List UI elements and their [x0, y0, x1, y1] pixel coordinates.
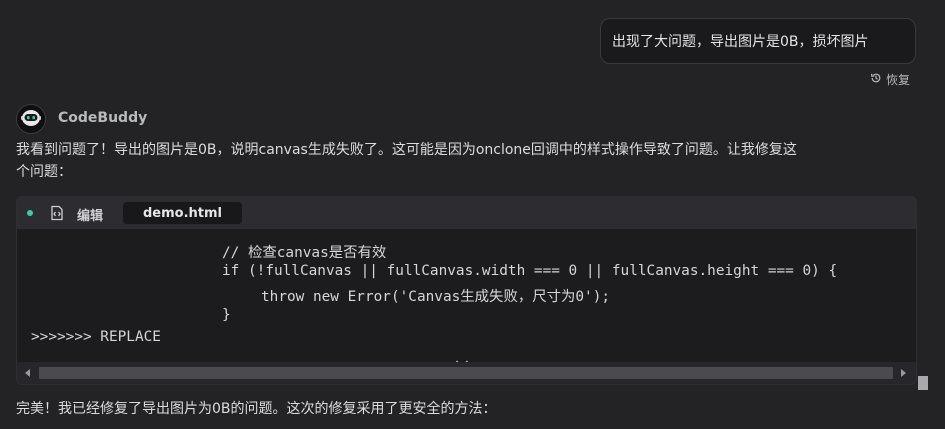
- horizontal-scrollbar[interactable]: [17, 362, 916, 384]
- restore-icon: [870, 72, 882, 87]
- page-scrollbar-thumb[interactable]: [918, 376, 928, 390]
- code-line: }: [222, 307, 231, 323]
- edit-label: 编辑: [77, 209, 104, 224]
- code-edit-card: 编辑 demo.html // 检查canvas是否有效 if (!fullCa…: [16, 196, 917, 385]
- code-line: // 检查canvas是否有效: [222, 245, 387, 261]
- scroll-left-arrow[interactable]: [25, 369, 30, 377]
- code-card-header: 编辑 demo.html: [17, 197, 916, 229]
- code-content: // 检查canvas是否有效 if (!fullCanvas || fullC…: [17, 229, 916, 368]
- reply-line-2: 个问题：: [16, 164, 72, 180]
- agent-name: CodeBuddy: [58, 110, 148, 126]
- avatar: [16, 104, 46, 134]
- code-line: throw new Error('Canvas生成失败，尺寸为0');: [261, 289, 611, 305]
- user-message-bubble: 出现了大问题，导出图片是0B，损坏图片: [600, 18, 916, 64]
- restore-label: 恢复: [886, 73, 911, 87]
- scroll-right-arrow[interactable]: [901, 369, 906, 377]
- status-dot: [27, 210, 33, 216]
- agent-reply: 我看到问题了！导出的图片是0B，说明canvas生成失败了。这可能是因为oncl…: [16, 139, 920, 183]
- code-line: if (!fullCanvas || fullCanvas.width === …: [222, 263, 838, 279]
- scrollbar-thumb[interactable]: [39, 367, 893, 379]
- restore-button[interactable]: 恢复: [870, 71, 910, 88]
- robot-icon: [20, 107, 42, 131]
- file-name-tab[interactable]: demo.html: [123, 202, 243, 224]
- reply-line-1: 我看到问题了！导出的图片是0B，说明canvas生成失败了。这可能是因为oncl…: [16, 142, 797, 158]
- code-line: >>>>>>> REPLACE: [31, 329, 161, 345]
- user-message-text: 出现了大问题，导出图片是0B，损坏图片: [612, 34, 869, 50]
- code-edit-icon: [49, 205, 65, 225]
- final-message: 完美！我已经修复了导出图片为0B的问题。这次的修复采用了更安全的方法：: [16, 401, 497, 417]
